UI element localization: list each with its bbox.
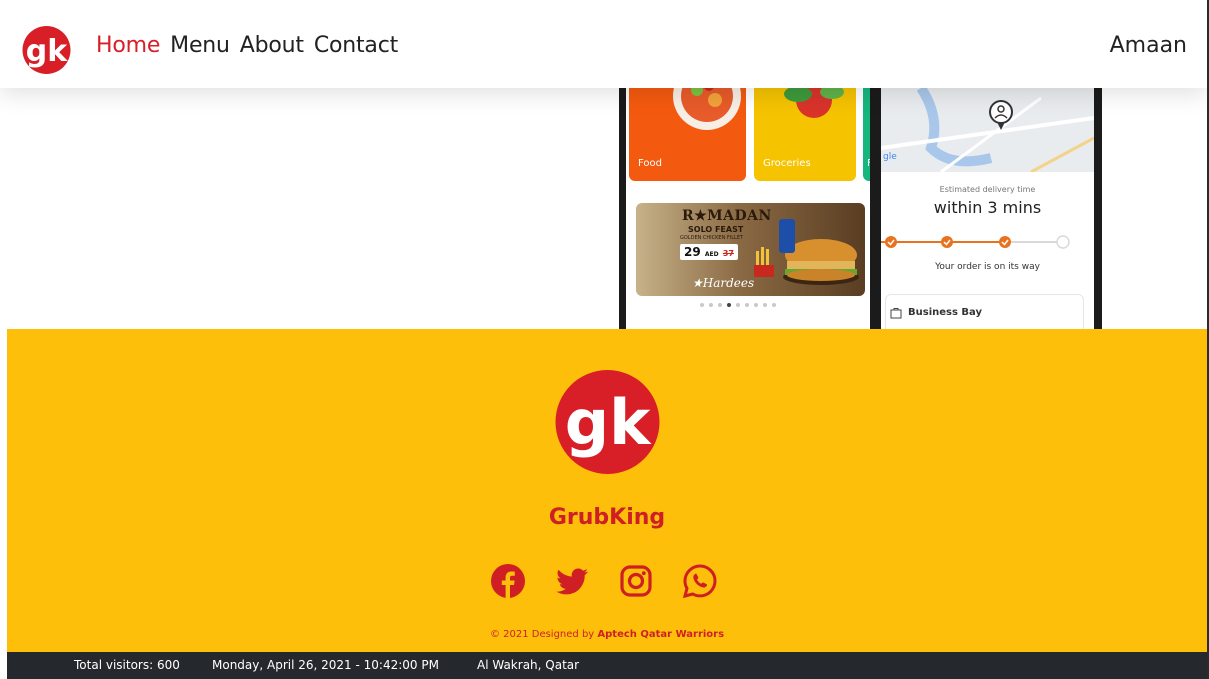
category-label-partial: F	[867, 158, 870, 169]
promo-price: 29 AED 37	[680, 244, 738, 260]
copyright-text: © 2021 Designed by Aptech Qatar Warriors	[489, 629, 725, 640]
category-tile-food: Food	[629, 88, 746, 181]
grubking-footer-logo[interactable]: gk	[550, 370, 665, 474]
category-tile-partial: F	[863, 88, 870, 181]
visitor-count: Total visitors: 600	[74, 658, 180, 672]
map-attribution: gle	[883, 152, 897, 162]
category-tile-groceries: Groceries	[754, 88, 856, 181]
phone-mockup-home: Food Groceries F R★MADAN SOLO FEAST GOLD…	[619, 88, 877, 329]
instagram-icon[interactable]	[618, 563, 654, 599]
twitter-icon[interactable]	[554, 563, 590, 599]
promo-title: R★MADAN	[682, 208, 772, 224]
phone-mockup-tracking: gle Estimated delivery time within 3 min…	[876, 88, 1102, 329]
phone-screen-home: Food Groceries F R★MADAN SOLO FEAST GOLD…	[626, 88, 870, 329]
nav-link-about[interactable]: About	[240, 33, 304, 58]
grubking-logo[interactable]: gk	[16, 25, 77, 75]
current-location: Al Wakrah, Qatar	[477, 658, 580, 672]
brand-name: GrubKing	[548, 505, 666, 530]
estimated-time-value: within 3 mins	[933, 198, 1042, 217]
category-label-food: Food	[638, 158, 662, 169]
carousel-dot[interactable]	[772, 303, 776, 307]
copyright-team-link[interactable]: Aptech Qatar Warriors	[597, 629, 724, 640]
promo-subtitle-2: GOLDEN CHICKEN FILLET	[680, 235, 744, 241]
delivery-address: Business Bay	[908, 307, 982, 318]
carousel-dot[interactable]	[736, 303, 740, 307]
carousel-dot[interactable]	[745, 303, 749, 307]
footer: gk GrubKing © 2021 Designed by Aptech Qa…	[7, 329, 1207, 652]
carousel-dot[interactable]	[709, 303, 713, 307]
hero-section: Food Groceries F R★MADAN SOLO FEAST GOLD…	[0, 88, 1207, 329]
current-datetime: Monday, April 26, 2021 - 10:42:00 PM	[212, 658, 439, 672]
carousel-dot[interactable]	[700, 303, 704, 307]
phone-screen-tracking: gle Estimated delivery time within 3 min…	[881, 88, 1094, 329]
user-name[interactable]: Amaan	[1110, 33, 1187, 58]
navbar: gk Home Menu About Contact Amaan	[0, 0, 1207, 88]
order-progress-tracker	[881, 235, 1070, 249]
bag-icon	[890, 308, 902, 319]
promo-brand: ★Hardees	[692, 276, 755, 290]
svg-text:gk: gk	[565, 386, 652, 459]
status-bar: Total visitors: 600 Monday, April 26, 20…	[7, 652, 1207, 679]
promo-banner[interactable]: R★MADAN SOLO FEAST GOLDEN CHICKEN FILLET…	[636, 203, 865, 296]
carousel-dot[interactable]	[718, 303, 722, 307]
carousel-dots	[700, 303, 776, 307]
nav-links: Home Menu About Contact	[96, 33, 398, 58]
svg-text:gk: gk	[26, 34, 68, 69]
delivery-address-card[interactable]: Business Bay	[885, 294, 1084, 329]
social-links	[490, 563, 718, 599]
facebook-icon[interactable]	[490, 563, 526, 599]
promo-subtitle: SOLO FEAST	[688, 225, 744, 234]
nav-link-home[interactable]: Home	[96, 33, 160, 58]
order-status-message: Your order is on its way	[935, 262, 1040, 272]
delivery-map: gle	[881, 88, 1094, 172]
category-label-groceries: Groceries	[763, 158, 811, 169]
nav-link-contact[interactable]: Contact	[314, 33, 398, 58]
whatsapp-icon[interactable]	[682, 563, 718, 599]
nav-link-menu[interactable]: Menu	[170, 33, 230, 58]
carousel-dot-active[interactable]	[727, 303, 731, 307]
map-illustration	[881, 88, 1094, 172]
estimated-time-label: Estimated delivery time	[939, 185, 1036, 194]
carousel-dot[interactable]	[763, 303, 767, 307]
carousel-dot[interactable]	[754, 303, 758, 307]
